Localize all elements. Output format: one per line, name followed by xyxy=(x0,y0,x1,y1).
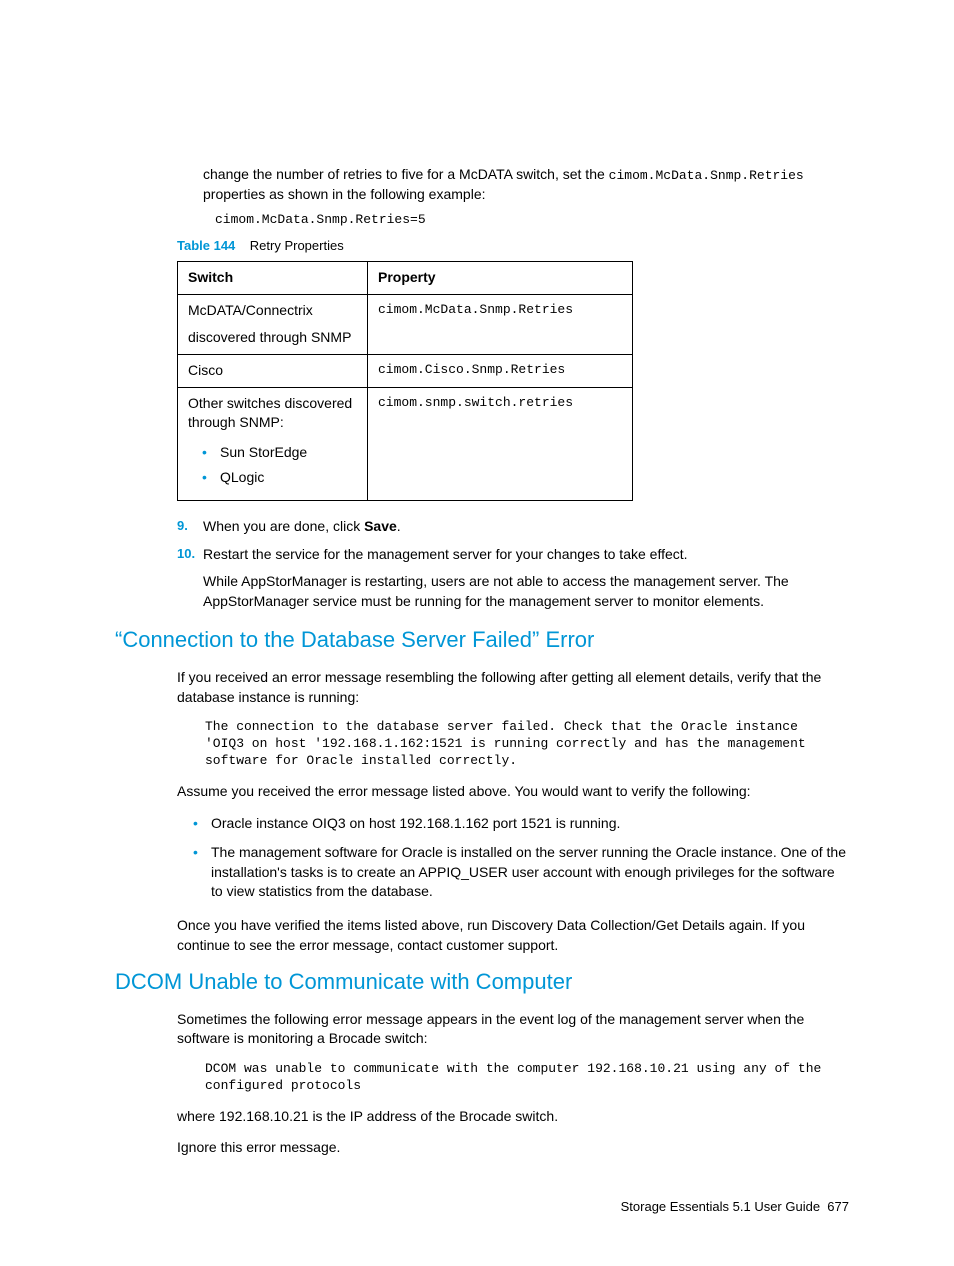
section1-p2: Assume you received the error message li… xyxy=(177,782,849,802)
cell-property: cimom.Cisco.Snmp.Retries xyxy=(368,354,633,387)
section-heading-dcom: DCOM Unable to Communicate with Computer xyxy=(115,967,849,998)
table-caption: Table 144 Retry Properties xyxy=(177,237,849,255)
intro-example-code: cimom.McData.Snmp.Retries=5 xyxy=(215,211,849,229)
section1-error-msg: The connection to the database server fa… xyxy=(205,719,839,770)
list-item: Sun StorEdge xyxy=(202,443,357,463)
step-10-sub: While AppStorManager is restarting, user… xyxy=(203,572,849,611)
step-number: 10. xyxy=(177,545,195,563)
section-heading-db-error: “Connection to the Database Server Faile… xyxy=(115,625,849,656)
cell-property: cimom.McData.Snmp.Retries xyxy=(368,294,633,354)
section2-p3: Ignore this error message. xyxy=(177,1138,849,1158)
table-header-property: Property xyxy=(368,262,633,295)
table-row: Cisco cimom.Cisco.Snmp.Retries xyxy=(178,354,633,387)
retry-properties-table: Switch Property McDATA/Connectrix discov… xyxy=(177,261,633,501)
page-number: 677 xyxy=(827,1199,849,1214)
save-label: Save xyxy=(364,518,397,534)
cell-switch: McDATA/Connectrix discovered through SNM… xyxy=(178,294,368,354)
steps-list: 9. When you are done, click Save. 10. Re… xyxy=(177,517,849,611)
step-number: 9. xyxy=(177,517,188,535)
section1-bullets: Oracle instance OIQ3 on host 192.168.1.1… xyxy=(193,814,849,902)
table-label: Table 144 xyxy=(177,238,235,253)
intro-paragraph: change the number of retries to five for… xyxy=(203,165,849,205)
footer-title: Storage Essentials 5.1 User Guide xyxy=(621,1199,820,1214)
table-caption-text: Retry Properties xyxy=(250,238,344,253)
step-10: 10. Restart the service for the manageme… xyxy=(177,545,849,612)
section1-p1: If you received an error message resembl… xyxy=(177,668,849,707)
page-footer: Storage Essentials 5.1 User Guide 677 xyxy=(115,1198,849,1216)
table-header-switch: Switch xyxy=(178,262,368,295)
step-9: 9. When you are done, click Save. xyxy=(177,517,849,537)
list-item: QLogic xyxy=(202,468,357,488)
list-item: The management software for Oracle is in… xyxy=(193,843,849,902)
cell-switch: Other switches discovered through SNMP: … xyxy=(178,387,368,500)
section1-p3: Once you have verified the items listed … xyxy=(177,916,849,955)
section2-p2: where 192.168.10.21 is the IP address of… xyxy=(177,1107,849,1127)
cell-switch: Cisco xyxy=(178,354,368,387)
table-row: Other switches discovered through SNMP: … xyxy=(178,387,633,500)
table-row: McDATA/Connectrix discovered through SNM… xyxy=(178,294,633,354)
intro-text-b: properties as shown in the following exa… xyxy=(203,186,486,202)
cell-property: cimom.snmp.switch.retries xyxy=(368,387,633,500)
section2-error-msg: DCOM was unable to communicate with the … xyxy=(205,1061,839,1095)
list-item: Oracle instance OIQ3 on host 192.168.1.1… xyxy=(193,814,849,834)
intro-code-inline: cimom.McData.Snmp.Retries xyxy=(609,168,804,183)
intro-text-a: change the number of retries to five for… xyxy=(203,166,609,182)
section2-p1: Sometimes the following error message ap… xyxy=(177,1010,849,1049)
